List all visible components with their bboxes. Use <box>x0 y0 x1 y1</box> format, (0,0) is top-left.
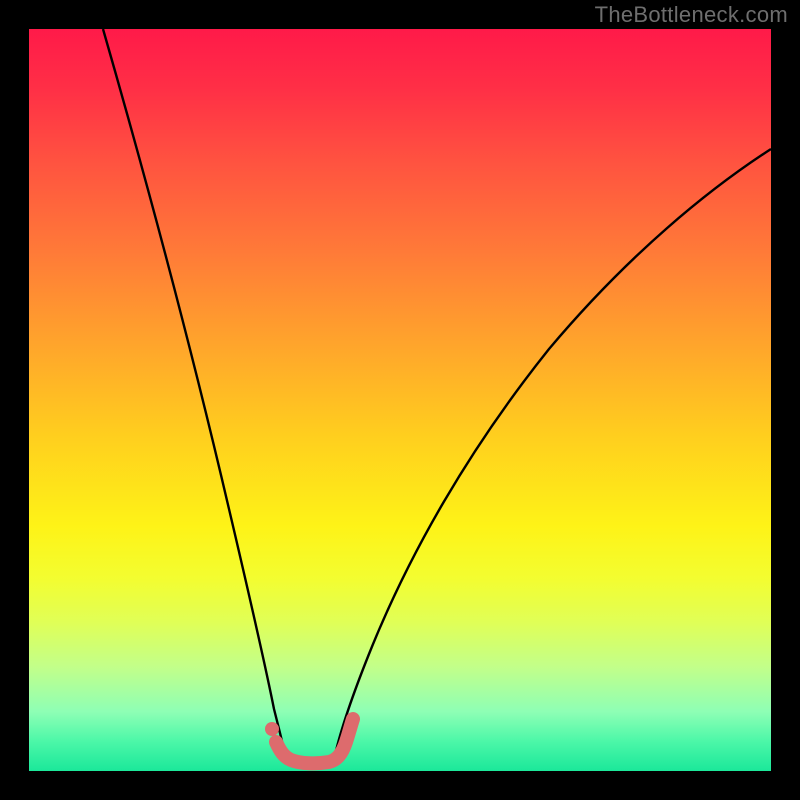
chart-curves-layer <box>29 29 771 771</box>
chart-frame: TheBottleneck.com <box>0 0 800 800</box>
curve-right <box>335 149 771 755</box>
curve-left <box>103 29 285 755</box>
watermark-text: TheBottleneck.com <box>595 2 788 28</box>
valley-dot <box>265 722 279 736</box>
valley-path <box>276 719 353 763</box>
